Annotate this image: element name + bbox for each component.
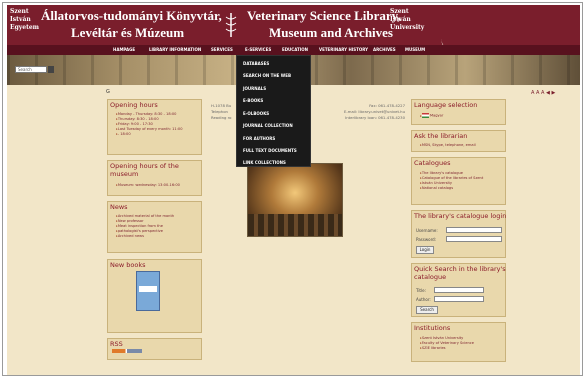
ask-librarian-title: Ask the librarian: [414, 132, 468, 140]
language-label: Magyar: [429, 113, 444, 118]
search-submit-button[interactable]: [48, 66, 54, 73]
contact-info-left: H-1078 Bu Telephon Reading ro: [211, 103, 231, 121]
museum-hours-title-line1: Opening hours of the: [110, 162, 179, 170]
news-box: News Archived material of the month New …: [107, 201, 202, 253]
e-services-dropdown-menu: DATABASES SEARCH ON THE WEB JOURNALS E-B…: [236, 55, 311, 167]
language-selection-box: Language selection Magyar: [411, 99, 506, 125]
author-label: Author:: [416, 297, 431, 302]
news-list: Archived material of the month New profe…: [116, 214, 174, 239]
new-books-box: New books: [107, 259, 202, 333]
quick-search-button[interactable]: Search: [416, 306, 438, 314]
new-books-title: New books: [110, 261, 146, 269]
username-label: Username:: [416, 228, 438, 233]
museum-hours-box: Opening hours of the museum Museum: wedn…: [107, 160, 202, 196]
dropdown-item-journals[interactable]: JOURNALS: [243, 86, 266, 91]
museum-hours-list: Museum: wednesday: 13:00-16:00: [116, 183, 180, 188]
username-input[interactable]: [446, 227, 502, 233]
ask-librarian-box: Ask the librarian MSN, Skype, telephone,…: [411, 130, 506, 152]
home-breadcrumb-icon[interactable]: G: [106, 89, 110, 95]
rss-title: RSS: [110, 340, 123, 348]
language-option-magyar[interactable]: Magyar: [420, 113, 443, 119]
nav-item-education[interactable]: EDUCATION: [282, 47, 308, 52]
caduceus-logo-icon: [225, 13, 237, 37]
dropdown-item-search-web[interactable]: SEARCH ON THE WEB: [243, 73, 291, 78]
author-search-input[interactable]: [434, 296, 484, 302]
reading-room-line: Reading ro: [211, 115, 232, 120]
museum-hours-title-line2: museum: [110, 170, 139, 178]
university-seal-left: Szent István Egyetem: [10, 8, 40, 31]
news-title: News: [110, 203, 128, 211]
quick-search-title-line2: catalogue: [414, 273, 447, 281]
institutions-list: Szent István University Faculty of Veter…: [420, 336, 474, 351]
institution-link[interactable]: SZIE libraries: [420, 346, 474, 351]
university-seal-right: Szent István University: [390, 8, 425, 31]
nav-item-museum[interactable]: MUSEUM: [405, 47, 425, 52]
catalogue-login-title: The library's catalogue login: [414, 212, 507, 220]
rss-feed-badges[interactable]: [112, 349, 142, 353]
opening-hours-box: Opening hours Monday - Thursday: 8:30 - …: [107, 99, 202, 155]
dropdown-item-for-authors[interactable]: FOR AUTHORS: [243, 136, 275, 141]
header-swoosh-decoration: [434, 5, 580, 45]
site-title-hungarian-line1[interactable]: Állatorvos-tudományi Könyvtár,: [41, 8, 222, 24]
institutions-title: Institutions: [414, 324, 451, 332]
quick-search-title-line1: Quick Search in the library's: [414, 265, 506, 273]
rss-box: RSS: [107, 338, 202, 360]
site-title-english-line1[interactable]: Veterinary Science Library,: [247, 8, 401, 24]
list-item: - 18:00: [116, 132, 182, 137]
contact-channels-link[interactable]: MSN, Skype, telephone, email: [420, 143, 476, 148]
dropdown-item-databases[interactable]: DATABASES: [243, 61, 269, 66]
nav-item-library-information[interactable]: LIBRARY INFORMATION: [149, 47, 201, 52]
dropdown-item-full-text-documents[interactable]: FULL TEXT DOCUMENTS: [243, 148, 297, 153]
nav-item-veterinary-history[interactable]: VETERINARY HISTORY: [319, 47, 368, 52]
dropdown-item-link-collections[interactable]: LINK COLLECTIONS: [243, 160, 286, 165]
catalogues-box: Catalogues The library's catalogue Catal…: [411, 157, 506, 205]
reading-room-photo: [247, 163, 343, 237]
nav-item-archives[interactable]: ARCHIVES: [373, 47, 396, 52]
catalogue-login-box: The library's catalogue login Username: …: [411, 210, 506, 258]
title-label: Title:: [416, 288, 426, 293]
opening-hours-list: Monday - Thursday: 8:30 - 18:00 Thursday…: [116, 112, 183, 137]
language-selection-title: Language selection: [414, 101, 478, 109]
news-link[interactable]: Archived news: [116, 234, 174, 239]
nav-item-home[interactable]: HAMPAGE: [113, 47, 135, 52]
site-search-input[interactable]: Search: [15, 66, 47, 73]
institutions-box: Institutions Szent István University Fac…: [411, 322, 506, 362]
dropdown-item-e-books[interactable]: E-BOOKS: [243, 98, 263, 103]
ask-librarian-list: MSN, Skype, telephone, email: [420, 143, 476, 148]
password-input[interactable]: [446, 236, 502, 242]
browser-screenshot-frame: Szent István Egyetem Állatorvos-tudomány…: [2, 2, 583, 376]
dropdown-item-e-olbooks[interactable]: E-OLBOOKS: [243, 111, 269, 116]
language-list: Magyar: [420, 113, 443, 119]
dropdown-item-journal-collection[interactable]: JOURNAL COLLECTION: [243, 123, 293, 128]
opening-hours-title: Opening hours: [110, 101, 158, 109]
hungarian-flag-icon: [421, 113, 429, 118]
catalogues-list: The library's catalogue Catalogue of the…: [420, 171, 483, 191]
login-button[interactable]: Login: [416, 246, 434, 254]
catalogues-title: Catalogues: [414, 159, 451, 167]
site-title-english-line2[interactable]: Museum and Archives: [269, 25, 393, 41]
contact-info-right: Fax: 061-478-4227 E-mail: library.univet…: [321, 103, 405, 121]
interlibrary-loan-line: Interlibrary loan: 061-478-4230: [345, 115, 405, 120]
nav-item-e-services[interactable]: E-SERVICES: [245, 47, 271, 52]
catalogue-link[interactable]: National catalogs: [420, 186, 483, 191]
quick-search-box: Quick Search in the library's catalogue …: [411, 263, 506, 317]
site-title-hungarian-line2[interactable]: Levéltár és Múzeum: [71, 25, 184, 41]
font-size-controls[interactable]: A A A ◀ ▶: [531, 90, 555, 96]
list-item: Museum: wednesday: 13:00-16:00: [116, 183, 180, 188]
main-navigation: HAMPAGE LIBRARY INFORMATION SERVICES E-S…: [7, 45, 580, 55]
book-cover-image[interactable]: [136, 271, 160, 311]
nav-item-services[interactable]: SERVICES: [211, 47, 233, 52]
title-search-input[interactable]: [434, 287, 484, 293]
site-header: Szent István Egyetem Állatorvos-tudomány…: [7, 5, 580, 45]
password-label: Password:: [416, 237, 437, 242]
